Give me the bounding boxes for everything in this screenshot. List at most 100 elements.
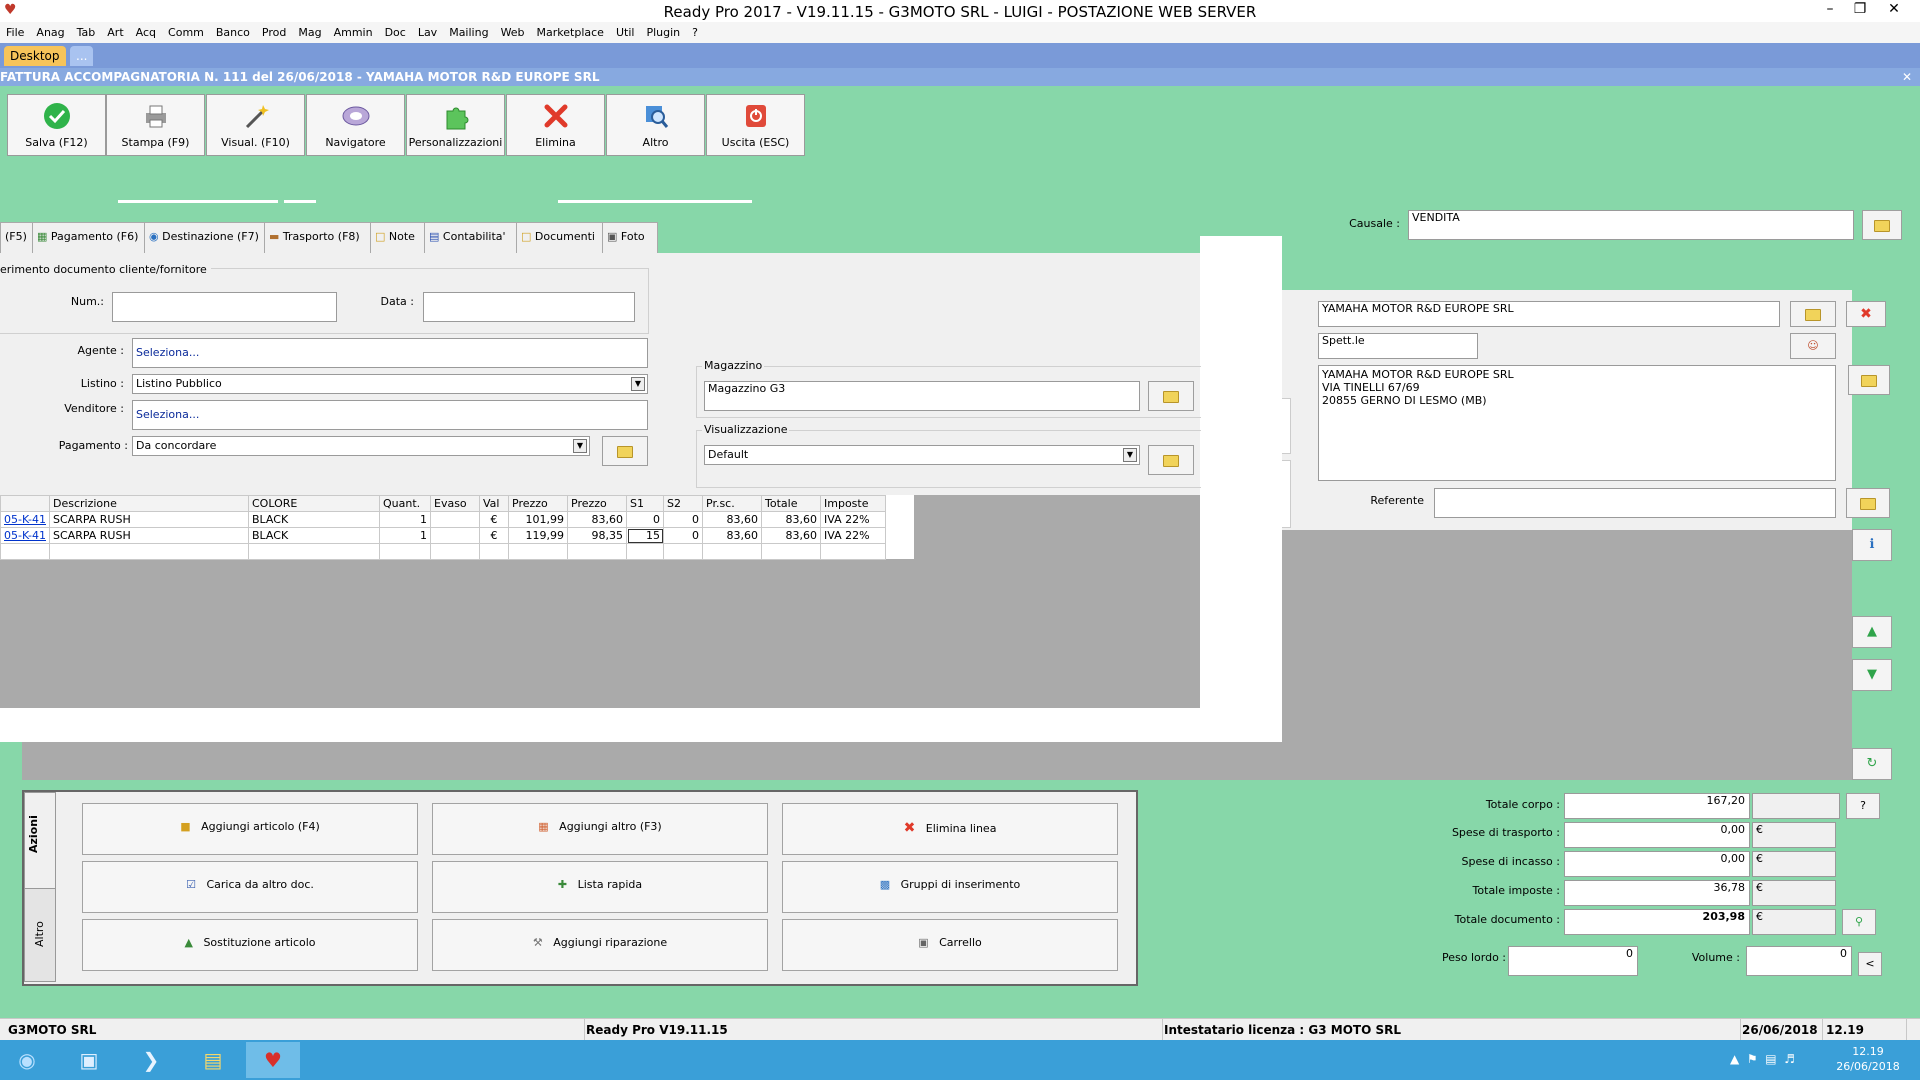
- cart-button[interactable]: ▣ Carrello: [782, 919, 1118, 971]
- contact-button[interactable]: ☺: [1790, 333, 1836, 359]
- help-button[interactable]: ?: [1846, 793, 1880, 819]
- menu-marketplace[interactable]: Marketplace: [531, 22, 610, 43]
- menu-file[interactable]: File: [0, 22, 30, 43]
- referente-field[interactable]: [1434, 488, 1836, 518]
- tab-foto[interactable]: ▣ Foto: [602, 222, 658, 253]
- cell-quant[interactable]: 1: [379, 527, 431, 544]
- clear-customer-button[interactable]: ✖: [1846, 301, 1886, 327]
- customizations-button[interactable]: Personalizzazioni: [406, 94, 505, 156]
- taskbar-powershell[interactable]: ❯: [124, 1042, 178, 1078]
- tray-clock[interactable]: 12.19 26/06/2018: [1820, 1044, 1916, 1074]
- close-window-button[interactable]: ✕: [1880, 0, 1908, 20]
- cell-evaso[interactable]: [430, 527, 480, 544]
- cell-prsc[interactable]: 83,60: [702, 511, 762, 528]
- cell-code[interactable]: 05-K-41: [0, 527, 50, 544]
- totale-documento-field[interactable]: 203,98: [1564, 909, 1750, 935]
- col-descrizione[interactable]: Descrizione: [49, 495, 249, 512]
- menu-tab[interactable]: Tab: [71, 22, 102, 43]
- table-row-empty[interactable]: [0, 543, 886, 560]
- tab-trasporto[interactable]: ▬ Trasporto (F8): [264, 222, 374, 253]
- save-button[interactable]: Salva (F12): [7, 94, 106, 156]
- quick-list-button[interactable]: ✚ Lista rapida: [432, 861, 768, 913]
- tray-icons[interactable]: ▲ ⚑ ▤ ♬: [1730, 1052, 1795, 1066]
- customer-name-field[interactable]: YAMAHA MOTOR R&D EUROPE SRL: [1318, 301, 1780, 327]
- table-row[interactable]: 05-K-41 SCARPA RUSH BLACK 1 € 101,99 83,…: [0, 511, 886, 528]
- replace-article-button[interactable]: ▲ Sostituzione articolo: [82, 919, 418, 971]
- cell-quant[interactable]: 1: [379, 511, 431, 528]
- cell-prsc[interactable]: 83,60: [702, 527, 762, 544]
- col-code[interactable]: [0, 495, 50, 512]
- menu-mailing[interactable]: Mailing: [443, 22, 494, 43]
- tab-desktop[interactable]: Desktop: [4, 46, 66, 66]
- cell-totale[interactable]: 83,60: [761, 511, 821, 528]
- zoom-total-button[interactable]: ⚲: [1842, 909, 1876, 935]
- tab-azioni[interactable]: Azioni: [24, 792, 56, 890]
- print-button[interactable]: Stampa (F9): [106, 94, 205, 156]
- tab-f5[interactable]: (F5): [0, 222, 34, 253]
- volume-field[interactable]: 0: [1746, 946, 1852, 976]
- load-from-doc-button[interactable]: ☑ Carica da altro doc.: [82, 861, 418, 913]
- move-up-button[interactable]: ▲: [1852, 616, 1892, 648]
- visualizzazione-select[interactable]: Default ▼: [704, 445, 1140, 465]
- delete-button[interactable]: Elimina: [506, 94, 605, 156]
- spese-incasso-field[interactable]: 0,00: [1564, 851, 1750, 877]
- col-colore[interactable]: COLORE: [248, 495, 380, 512]
- date-field[interactable]: [423, 292, 635, 322]
- exit-button[interactable]: Uscita (ESC): [706, 94, 805, 156]
- cell-evaso[interactable]: [430, 511, 480, 528]
- col-quant[interactable]: Quant.: [379, 495, 431, 512]
- collapse-button[interactable]: <: [1858, 952, 1882, 976]
- tab-note[interactable]: □ Note: [370, 222, 426, 253]
- cell-colore[interactable]: BLACK: [248, 527, 380, 544]
- address-lookup-button[interactable]: [1848, 365, 1890, 395]
- menu-doc[interactable]: Doc: [379, 22, 412, 43]
- menu-prod[interactable]: Prod: [256, 22, 292, 43]
- taskbar-readypro[interactable]: ♥: [246, 1042, 300, 1078]
- add-article-button[interactable]: ■ Aggiungi articolo (F4): [82, 803, 418, 855]
- menu-comm[interactable]: Comm: [162, 22, 210, 43]
- col-s1[interactable]: S1: [626, 495, 664, 512]
- causale-field[interactable]: VENDITA: [1408, 210, 1854, 240]
- col-prsc[interactable]: Pr.sc.: [702, 495, 762, 512]
- title-field[interactable]: Spett.le: [1318, 333, 1478, 359]
- pagamento-select[interactable]: Da concordare ▼: [132, 436, 590, 456]
- tab-more[interactable]: ...: [70, 46, 94, 66]
- magazzino-lookup-button[interactable]: [1148, 381, 1194, 411]
- col-prezzo-netto[interactable]: Prezzo: [567, 495, 627, 512]
- move-down-button[interactable]: ▼: [1852, 659, 1892, 691]
- chevron-down-icon[interactable]: ▼: [573, 439, 587, 453]
- referente-lookup-button[interactable]: [1846, 488, 1890, 518]
- cell-s1-selected[interactable]: 15: [626, 527, 664, 544]
- magazzino-field[interactable]: Magazzino G3: [704, 381, 1140, 411]
- restore-button[interactable]: ❐: [1846, 0, 1874, 20]
- menu-plugin[interactable]: Plugin: [640, 22, 686, 43]
- cell-totale[interactable]: 83,60: [761, 527, 821, 544]
- add-other-button[interactable]: ▦ Aggiungi altro (F3): [432, 803, 768, 855]
- pagamento-lookup-button[interactable]: [602, 436, 648, 466]
- chevron-down-icon[interactable]: ▼: [1123, 448, 1137, 462]
- cell-code[interactable]: 05-K-41: [0, 511, 50, 528]
- delete-line-button[interactable]: ✖ Elimina linea: [782, 803, 1118, 855]
- close-document-icon[interactable]: ✕: [1902, 68, 1912, 86]
- menu-lav[interactable]: Lav: [412, 22, 443, 43]
- menu-help[interactable]: ?: [686, 22, 704, 43]
- col-totale[interactable]: Totale: [761, 495, 821, 512]
- taskbar-server-manager[interactable]: ▣: [62, 1042, 116, 1078]
- tab-contabilita[interactable]: ▤ Contabilita': [424, 222, 518, 253]
- spese-trasporto-field[interactable]: 0,00: [1564, 822, 1750, 848]
- minimize-button[interactable]: –: [1816, 0, 1844, 20]
- venditore-field[interactable]: Seleziona...: [132, 400, 648, 430]
- tab-documenti[interactable]: □ Documenti: [516, 222, 604, 253]
- causale-lookup-button[interactable]: [1862, 210, 1902, 240]
- col-val[interactable]: Val: [479, 495, 509, 512]
- cell-prezzo-netto[interactable]: 83,60: [567, 511, 627, 528]
- info-button[interactable]: ℹ: [1852, 529, 1892, 561]
- navigator-button[interactable]: Navigatore: [306, 94, 405, 156]
- cell-prezzo[interactable]: 101,99: [508, 511, 568, 528]
- table-row[interactable]: 05-K-41 SCARPA RUSH BLACK 1 € 119,99 98,…: [0, 527, 886, 544]
- num-field[interactable]: [112, 292, 337, 322]
- tab-pagamento[interactable]: ▦ Pagamento (F6): [32, 222, 146, 253]
- add-repair-button[interactable]: ⚒ Aggiungi riparazione: [432, 919, 768, 971]
- col-evaso[interactable]: Evaso: [430, 495, 480, 512]
- col-prezzo[interactable]: Prezzo: [508, 495, 568, 512]
